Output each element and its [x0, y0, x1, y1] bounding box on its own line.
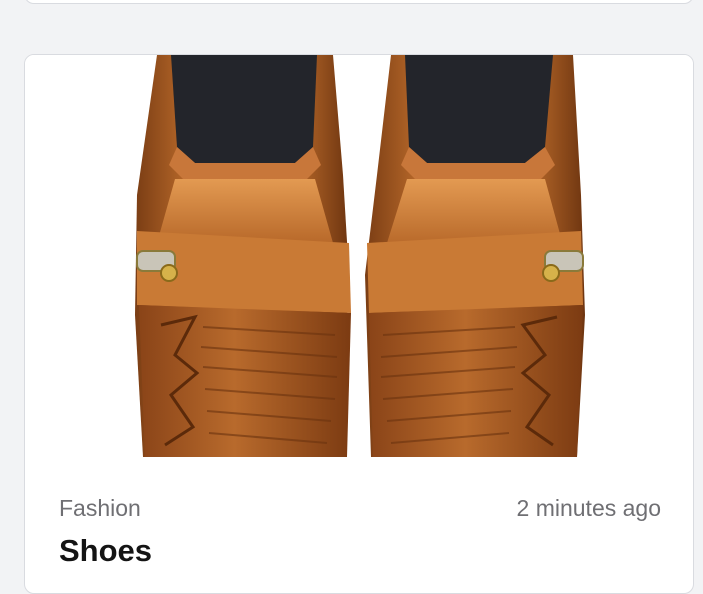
post-image[interactable]: [25, 55, 693, 457]
shoes-image: [135, 55, 585, 457]
left-shoe: [135, 55, 351, 457]
category-label[interactable]: Fashion: [59, 495, 141, 522]
post-meta: Fashion 2 minutes ago: [59, 495, 661, 522]
previous-card[interactable]: [24, 0, 694, 4]
right-shoe: [365, 55, 585, 457]
timestamp: 2 minutes ago: [516, 495, 661, 521]
post-title[interactable]: Shoes: [59, 533, 152, 569]
post-card[interactable]: Fashion 2 minutes ago Shoes: [24, 54, 694, 594]
